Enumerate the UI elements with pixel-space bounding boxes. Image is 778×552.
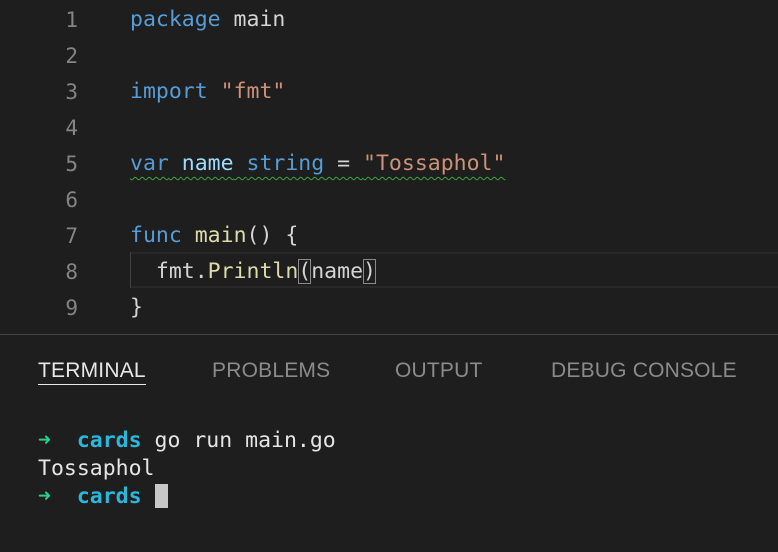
warning-squiggle[interactable]: var name string = "Tossaphol" — [130, 151, 505, 176]
code-token: () { — [246, 223, 299, 248]
line-number: 4 — [65, 116, 78, 140]
terminal-command-line: ➜ cards go run main.go — [38, 427, 336, 455]
code-line[interactable]: 5 var name string = "Tossaphol" — [0, 146, 778, 182]
code-token: func — [130, 223, 182, 248]
line-number: 8 — [65, 260, 78, 284]
line-number: 3 — [65, 80, 78, 104]
tab-problems[interactable]: PROBLEMS — [212, 357, 330, 385]
code-token: Println — [207, 259, 299, 284]
line-code: var name string = "Tossaphol" — [130, 146, 505, 182]
code-line[interactable]: 6 — [0, 182, 778, 218]
prompt-arrow-icon: ➜ — [38, 484, 51, 509]
terminal-cursor — [154, 484, 168, 508]
code-token: fmt. — [130, 259, 208, 284]
prompt-arrow-icon: ➜ — [38, 428, 51, 453]
line-number: 1 — [65, 8, 78, 32]
line-number: 6 — [65, 188, 78, 212]
code-token: } — [130, 295, 143, 320]
code-line[interactable]: 8 fmt.Println(name) — [0, 254, 778, 290]
tab-terminal[interactable]: TERMINAL — [38, 357, 146, 385]
terminal-prompt-line[interactable]: ➜ cards — [38, 483, 168, 511]
line-code: import "fmt" — [130, 74, 285, 110]
line-code: func main() { — [130, 218, 298, 254]
prompt-directory: cards — [76, 484, 142, 509]
code-token: var — [130, 151, 169, 176]
terminal-command: go run main.go — [154, 428, 336, 453]
prompt-directory: cards — [76, 428, 142, 453]
code-line[interactable]: 7 func main() { — [0, 218, 778, 254]
code-token: import — [130, 79, 208, 104]
code-line[interactable]: 2 — [0, 38, 778, 74]
code-token: main — [220, 7, 286, 32]
line-number: 7 — [65, 224, 78, 248]
line-code: package main — [130, 2, 285, 38]
terminal-output: Tossaphol — [38, 456, 155, 481]
code-token: name — [311, 259, 364, 284]
matched-bracket: ) — [363, 259, 376, 284]
code-line[interactable]: 9} — [0, 290, 778, 326]
line-number: 9 — [65, 296, 78, 320]
tab-output[interactable]: OUTPUT — [395, 357, 483, 385]
code-token: main — [194, 223, 247, 248]
code-token: = — [324, 151, 364, 176]
line-code: } — [130, 290, 143, 326]
code-token: string — [246, 151, 325, 176]
code-token: package — [130, 7, 221, 32]
code-line[interactable]: 3 import "fmt" — [0, 74, 778, 110]
code-token: "fmt" — [220, 79, 286, 104]
line-number: 5 — [65, 152, 78, 176]
bottom-panel: TERMINAL PROBLEMS OUTPUT DEBUG CONSOLE ➜… — [0, 335, 778, 552]
matched-bracket: ( — [298, 259, 312, 284]
tab-debug-console[interactable]: DEBUG CONSOLE — [551, 357, 737, 385]
code-line[interactable]: 1 package main — [0, 2, 778, 38]
code-line[interactable]: 4 — [0, 110, 778, 146]
line-number: 2 — [65, 44, 78, 68]
code-editor[interactable]: 1 package main 2 3 import "fmt" 4 5 var name st… — [0, 0, 778, 334]
line-code: fmt.Println(name) — [130, 254, 376, 290]
code-token: "Tossaphol" — [363, 151, 506, 176]
code-token: name — [181, 151, 234, 176]
